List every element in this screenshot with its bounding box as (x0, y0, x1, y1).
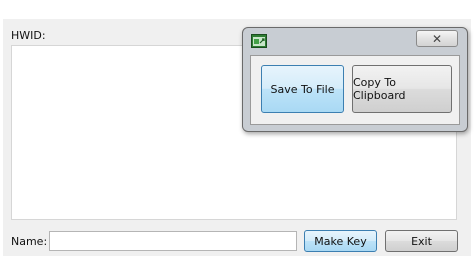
close-button[interactable]: ✕ (416, 30, 458, 47)
save-to-file-button[interactable]: Save To File (261, 65, 344, 113)
copy-to-clipboard-button[interactable]: Copy To Clipboard (352, 65, 452, 113)
name-input[interactable] (49, 231, 297, 251)
make-key-button[interactable]: Make Key (304, 230, 377, 252)
name-label: Name: (11, 235, 48, 248)
dialog-titlebar[interactable]: ✕ (243, 28, 467, 54)
dialog-client-area: Save To File Copy To Clipboard (250, 55, 460, 125)
save-options-dialog: ✕ Save To File Copy To Clipboard (242, 27, 468, 132)
hwid-label: HWID: (11, 29, 46, 42)
exit-button[interactable]: Exit (385, 230, 458, 252)
app-icon (251, 34, 267, 48)
